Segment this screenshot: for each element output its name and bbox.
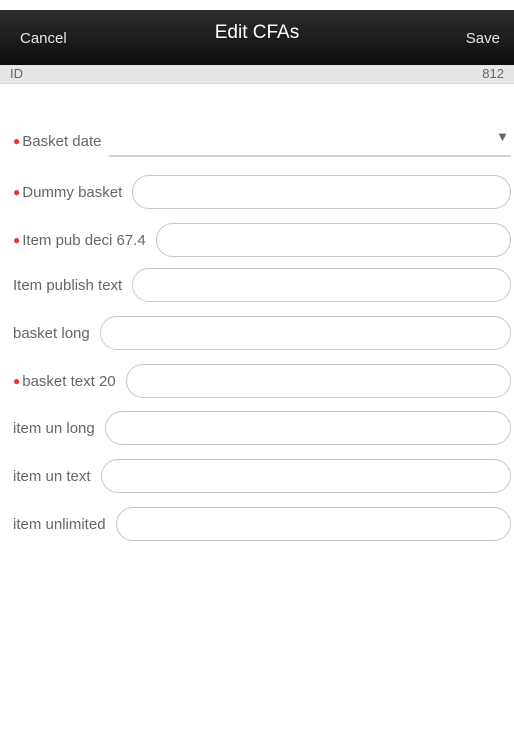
field-label-text: Basket date: [22, 132, 102, 150]
field-row-basket-long: basket long: [0, 314, 514, 352]
id-value: 812: [482, 66, 504, 81]
field-row-item-un-long: item un long: [0, 409, 514, 447]
field-label-text: basket text 20: [22, 372, 116, 390]
field-label-basket-text-20: ● basket text 20: [0, 373, 116, 390]
id-label: ID: [10, 66, 23, 81]
field-label-basket-date: ● Basket date: [0, 133, 101, 150]
field-label-basket-long: basket long: [13, 324, 90, 342]
basket-date-select[interactable]: ▼: [109, 125, 511, 157]
required-dot-icon: ●: [13, 184, 21, 199]
page-title: Edit CFAs: [214, 22, 300, 43]
field-label-item-unlimited: item unlimited: [13, 515, 106, 533]
header-bar: Cancel Edit CFAs Save: [0, 10, 514, 65]
field-label-text: Dummy basket: [22, 183, 123, 201]
field-row-item-pub-deci: ● Item pub deci 67.4: [0, 221, 514, 259]
required-dot-icon: ●: [13, 373, 21, 388]
save-button[interactable]: Save: [466, 30, 500, 47]
item-un-text-input[interactable]: [100, 459, 511, 493]
item-un-long-input[interactable]: [104, 411, 511, 445]
field-label-item-un-text: item un text: [13, 467, 91, 485]
dummy-basket-input[interactable]: [132, 175, 511, 209]
field-label-text: Item pub deci 67.4: [22, 231, 146, 249]
item-unlimited-input[interactable]: [115, 507, 511, 541]
basket-text-20-input[interactable]: [125, 364, 511, 398]
top-margin: [0, 0, 514, 10]
field-row-item-unlimited: item unlimited: [0, 505, 514, 543]
basket-long-input[interactable]: [99, 316, 511, 350]
field-label-item-pub-deci: ● Item pub deci 67.4: [0, 232, 146, 249]
id-row: ID 812: [0, 65, 514, 84]
field-row-item-publish-text: Item publish text: [0, 266, 514, 304]
item-publish-text-input[interactable]: [132, 268, 511, 302]
item-pub-deci-input[interactable]: [155, 223, 511, 257]
field-row-basket-date: ● Basket date ▼: [0, 122, 514, 160]
field-label-item-un-long: item un long: [13, 419, 95, 437]
field-row-dummy-basket: ● Dummy basket: [0, 173, 514, 211]
field-row-basket-text-20: ● basket text 20: [0, 362, 514, 400]
field-label-item-publish-text: Item publish text: [13, 276, 123, 294]
field-label-dummy-basket: ● Dummy basket: [0, 184, 122, 201]
required-dot-icon: ●: [13, 133, 21, 148]
field-row-item-un-text: item un text: [0, 457, 514, 495]
triangle-down-icon: ▼: [496, 129, 509, 144]
required-dot-icon: ●: [13, 232, 21, 247]
